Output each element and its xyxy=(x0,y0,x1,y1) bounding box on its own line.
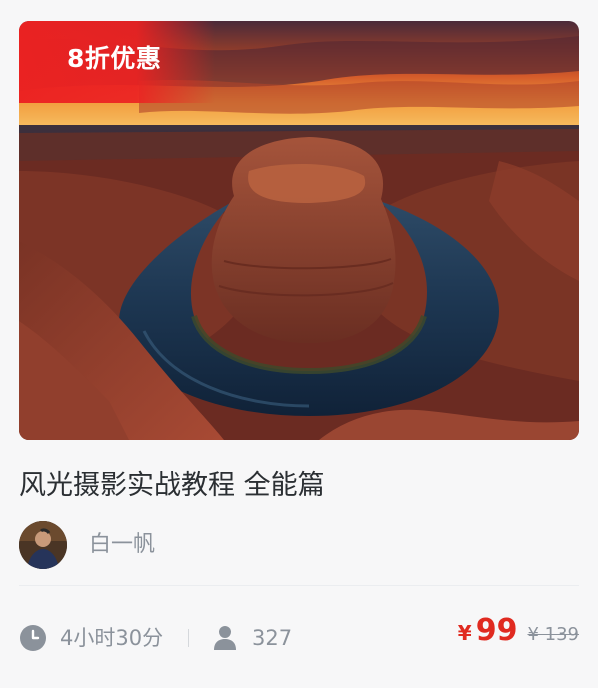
author-avatar[interactable] xyxy=(19,521,67,569)
clock-icon xyxy=(20,625,46,651)
students-info: 327 xyxy=(211,618,292,658)
original-price: ¥ 139 xyxy=(527,624,579,645)
current-price: 99 xyxy=(475,613,518,648)
user-avatar-icon xyxy=(19,521,67,569)
duration-text: 4小时30分 xyxy=(60,626,164,650)
meta-separator xyxy=(188,629,189,647)
discount-badge: 8折优惠 xyxy=(19,21,215,103)
currency-symbol: ¥ xyxy=(457,621,472,645)
course-title[interactable]: 风光摄影实战教程 全能篇 xyxy=(19,466,579,506)
person-icon xyxy=(214,626,236,650)
course-cover-image[interactable]: 8折优惠 xyxy=(19,21,579,440)
author-name[interactable]: 白一帆 xyxy=(89,529,155,561)
students-count: 327 xyxy=(252,626,293,650)
discount-badge-label: 8折优惠 xyxy=(67,44,162,73)
duration-info: 4小时30分 xyxy=(19,618,163,658)
price-block: ¥ 99 ¥ 139 xyxy=(458,613,579,661)
author-info[interactable]: 白一帆 xyxy=(19,521,319,569)
course-card[interactable]: 8折优惠 风光摄影实战教程 全能篇 白一帆 4小时30分 327 ¥ 99 ¥ … xyxy=(0,0,598,688)
divider xyxy=(19,585,579,586)
